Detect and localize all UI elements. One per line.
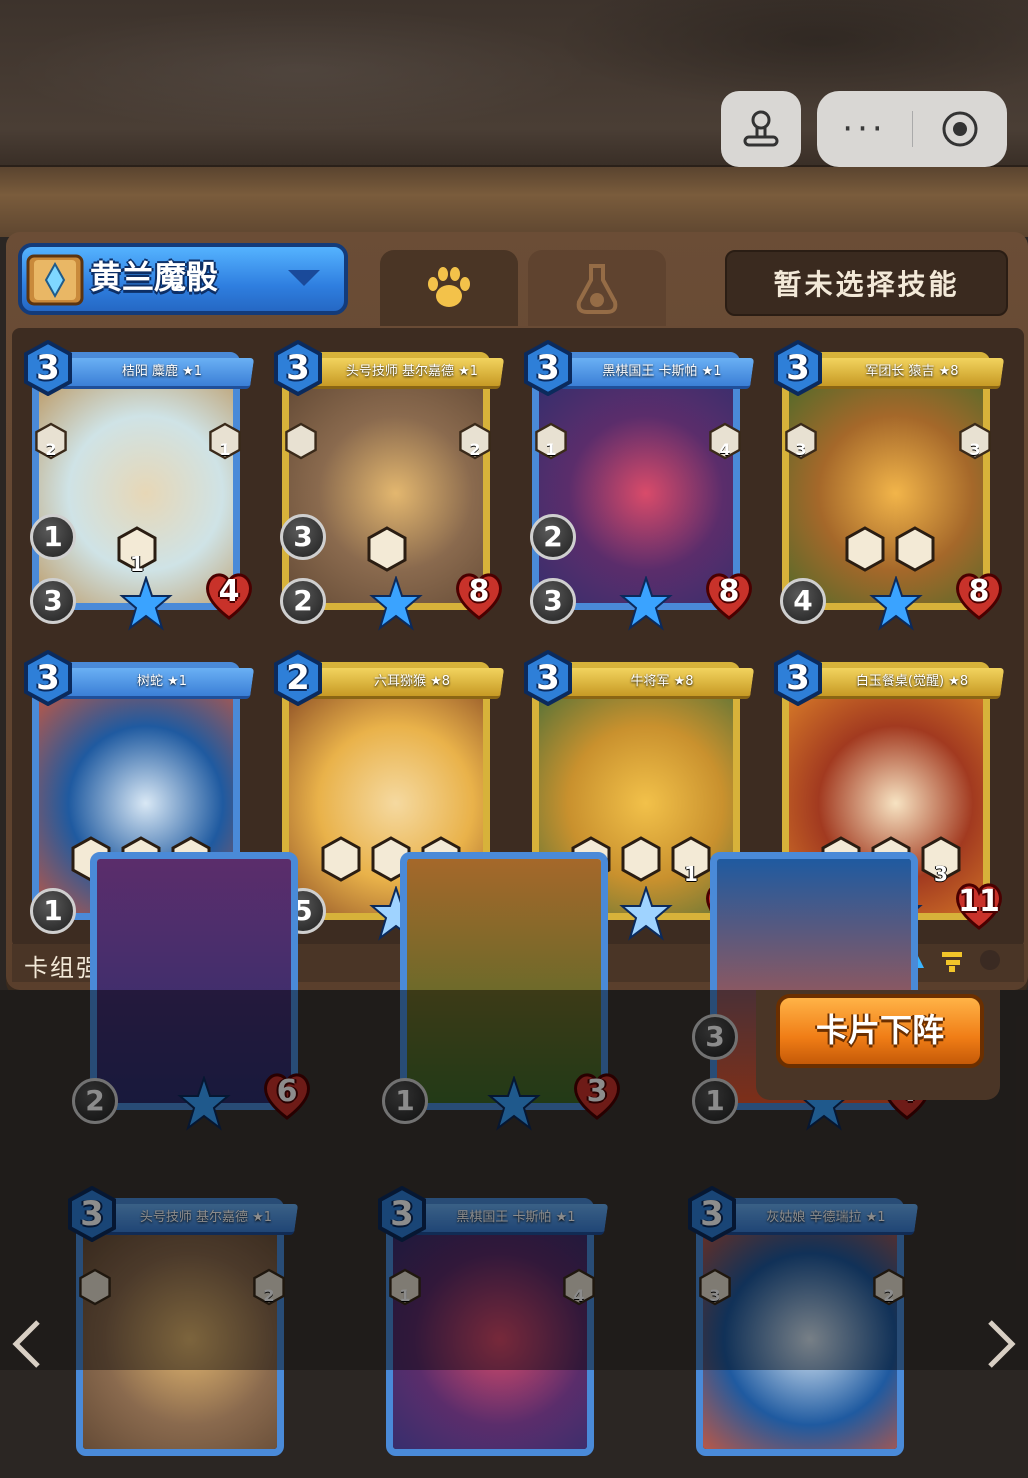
left-ability-count: 1 [545,440,557,459]
card-left-ability-icon: 1 [534,422,568,460]
card-health-value: 8 [468,574,490,609]
card-cost-badge: 3 [772,339,824,397]
paw-icon [428,267,470,307]
rarity-star-icon [118,574,174,632]
chevron-down-icon[interactable] [288,270,320,286]
close-mini-program-button[interactable] [913,109,1007,149]
card-skill-icon [620,836,662,882]
card-left-ability-icon: 3 [784,422,818,460]
card-cost-value: 2 [286,658,310,698]
rarity-star-icon [618,884,674,942]
deck-card[interactable]: 军团长 猿吉 ★8 3 3 3 4 8 [772,339,1005,632]
card-cost-badge: 3 [272,339,324,397]
card-attack-stat: 3 [280,514,326,560]
arrow-left-icon[interactable] [8,1318,48,1370]
wood-beam [0,165,1028,237]
card-cost-badge: 3 [22,339,74,397]
card-cost-badge: 3 [22,649,74,707]
card-health-value: 8 [718,574,740,609]
card-title: 牛将军 ★8 [630,674,694,689]
remove-card-button[interactable]: 卡片下阵 [776,994,984,1068]
card-skill-icon [844,526,886,572]
card-attack-stat: 2 [530,514,576,560]
card-right-ability-icon: 3 [958,422,992,460]
card-left-ability-icon [284,422,318,460]
skill-select-button[interactable]: 暂未选择技能 [725,250,1008,316]
red-faction-icon [976,946,1004,974]
arrow-right-icon[interactable] [980,1318,1020,1370]
card-skill-icon [894,526,936,572]
deck-card[interactable]: 桔阳 麋鹿 ★1 3 2 1 1 3 1 4 [22,339,255,632]
card-cost-value: 3 [786,348,810,388]
tab-pets[interactable] [380,250,518,326]
card-title: 白玉餐桌(觉醒) ★8 [855,674,969,689]
skill-count: 1 [130,552,144,576]
card-title: 树蛇 ★1 [136,674,188,689]
rarity-star-icon [368,574,424,632]
deck-card[interactable]: 黑棋国王 卡斯帕 ★1 3 1 4 2 3 8 [522,339,755,632]
card-health-heart: 11 [952,878,1006,932]
rarity-star-icon [618,574,674,632]
card-title: 六耳猕猴 ★8 [373,674,451,689]
card-cost-badge: 3 [522,339,574,397]
right-ability-count: 1 [219,440,231,459]
card-defense-stat: 3 [530,578,576,624]
card-cost-value: 3 [536,348,560,388]
card-right-ability-icon: 1 [208,422,242,460]
potion-icon [576,264,618,314]
card-health-value: 4 [218,574,240,609]
card-defense-stat: 2 [280,578,326,624]
card-health-heart: 8 [452,568,506,622]
more-menu-button[interactable]: ··· [817,99,912,159]
card-health-heart: 8 [702,568,756,622]
card-cost-value: 3 [36,348,60,388]
mini-program-capsule: ··· [817,91,1007,167]
card-cost-badge: 3 [772,649,824,707]
card-title: 军团长 猿吉 ★8 [865,364,959,379]
left-ability-count: 2 [45,440,57,459]
deck-book-icon [26,254,84,306]
card-cost-value: 3 [286,348,310,388]
deck-card[interactable]: 头号技师 基尔嘉德 ★1 3 2 3 2 8 [272,339,505,632]
card-health-value: 11 [958,884,1000,919]
left-ability-count: 3 [795,440,807,459]
right-ability-count: 3 [969,440,981,459]
card-defense-stat: 1 [30,888,76,934]
tab-potions[interactable] [528,250,666,326]
card-title: 黑棋国王 卡斯帕 ★1 [602,364,722,379]
card-defense-stat: 4 [780,578,826,624]
card-health-value: 8 [968,574,990,609]
card-skill-icon [320,836,362,882]
right-ability-count: 4 [719,440,731,459]
card-title: 桔阳 麋鹿 ★1 [121,364,203,379]
card-right-ability-icon: 2 [458,422,492,460]
card-right-ability-icon: 4 [708,422,742,460]
card-title: 头号技师 基尔嘉德 ★1 [345,364,479,379]
card-cost-badge: 2 [272,649,324,707]
card-cost-value: 3 [36,658,60,698]
rarity-star-icon [868,574,924,632]
deck-name: 黄兰魔骰 [90,258,219,296]
card-cost-value: 3 [786,658,810,698]
card-cost-value: 3 [536,658,560,698]
card-skill-icon [366,526,408,572]
target-icon [942,111,978,147]
card-cost-badge: 3 [522,649,574,707]
card-health-heart: 8 [952,568,1006,622]
yellow-faction-icon [938,946,966,974]
card-skill-icon: 1 [116,526,158,576]
right-ability-count: 2 [469,440,481,459]
joystick-icon [743,110,779,147]
card-left-ability-icon: 2 [34,422,68,460]
game-center-button[interactable] [721,91,801,167]
card-health-heart: 4 [202,568,256,622]
card-defense-stat: 3 [30,578,76,624]
card-attack-stat: 1 [30,514,76,560]
